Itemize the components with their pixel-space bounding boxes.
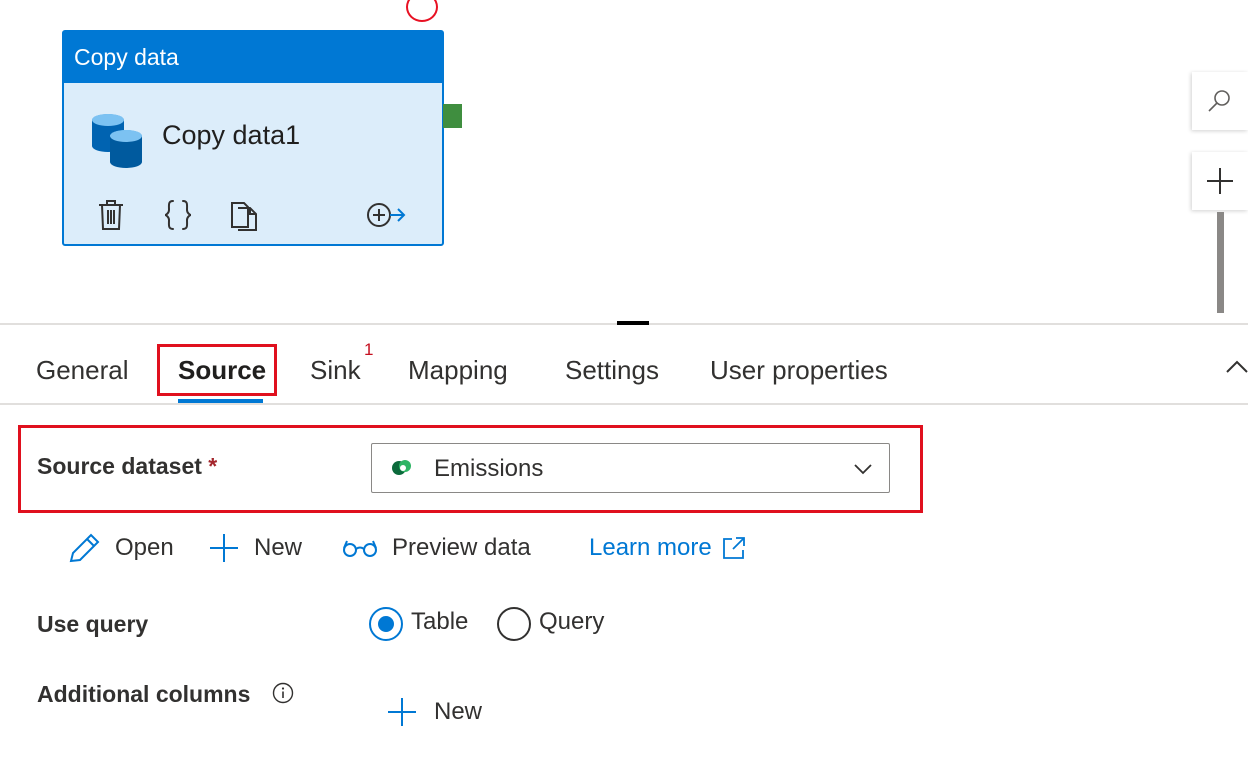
database-copy-icon: [92, 114, 142, 168]
open-label: Open: [115, 534, 174, 561]
activity-name: Copy data1: [162, 120, 301, 150]
add-output-icon[interactable]: [364, 198, 408, 232]
search-icon[interactable]: [1192, 72, 1248, 130]
activity-type-label: Copy data: [64, 32, 442, 83]
new-dataset-button[interactable]: New: [208, 531, 302, 565]
panel-resize-handle[interactable]: [617, 321, 649, 325]
code-icon[interactable]: [160, 198, 196, 232]
source-dataset-dropdown[interactable]: Emissions: [371, 443, 890, 493]
radio-table-label[interactable]: Table: [411, 608, 468, 636]
pencil-icon: [67, 532, 101, 564]
new-label: New: [254, 534, 303, 561]
preview-data-label: Preview data: [392, 534, 531, 561]
clone-icon[interactable]: [228, 198, 262, 232]
plus-icon: [208, 532, 240, 564]
add-column-label: New: [434, 698, 483, 725]
zoom-slider[interactable]: [1217, 212, 1224, 313]
pipeline-canvas[interactable]: Copy data Copy data1: [0, 0, 1248, 323]
tab-user-properties[interactable]: User properties: [710, 352, 888, 388]
additional-columns-label: Additional columns: [37, 681, 251, 707]
tab-sink[interactable]: Sink: [310, 352, 361, 388]
copy-data-activity[interactable]: Copy data Copy data1: [62, 30, 444, 246]
tab-settings[interactable]: Settings: [565, 352, 659, 388]
chevron-up-icon[interactable]: [1222, 352, 1248, 382]
source-dataset-label: Source dataset *: [37, 453, 217, 480]
source-dataset-value: Emissions: [434, 455, 544, 482]
tabs-divider: [0, 403, 1248, 405]
plus-icon: [386, 696, 418, 728]
open-button[interactable]: Open: [67, 531, 174, 565]
radio-query-label[interactable]: Query: [539, 608, 604, 636]
tab-mapping[interactable]: Mapping: [408, 352, 508, 388]
delete-icon[interactable]: [94, 198, 128, 232]
tab-general[interactable]: General: [36, 352, 129, 388]
failure-indicator: [406, 0, 438, 22]
source-tab-highlight: [157, 344, 277, 396]
success-output-port[interactable]: [443, 104, 462, 128]
radio-table[interactable]: [369, 607, 403, 641]
source-dataset-label-text: Source dataset: [37, 453, 202, 479]
dataverse-icon: [392, 460, 411, 475]
use-query-label: Use query: [37, 611, 149, 637]
info-icon[interactable]: [272, 682, 294, 704]
chevron-down-icon: [854, 464, 872, 475]
sink-error-badge: 1: [364, 340, 374, 359]
radio-query[interactable]: [497, 607, 531, 641]
zoom-in-icon[interactable]: [1192, 152, 1248, 210]
learn-more-link[interactable]: Learn more: [589, 531, 746, 565]
add-column-button[interactable]: New: [386, 695, 482, 729]
preview-data-button[interactable]: Preview data: [342, 531, 531, 565]
required-mark: *: [208, 453, 218, 479]
external-link-icon: [722, 536, 746, 560]
glasses-icon: [342, 536, 378, 560]
learn-more-label: Learn more: [589, 534, 712, 561]
